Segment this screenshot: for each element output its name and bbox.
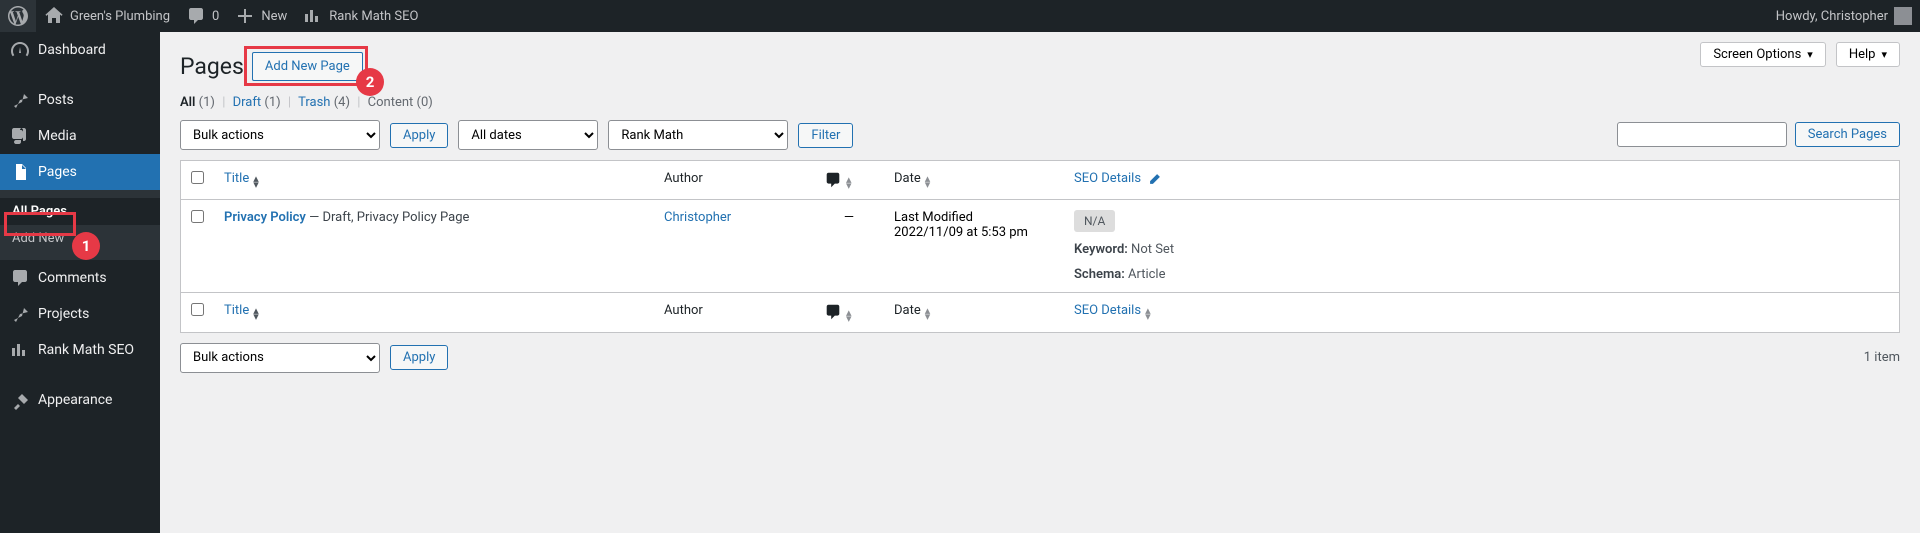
new-link[interactable]: New <box>227 0 295 32</box>
avatar <box>1894 7 1912 25</box>
col-author-footer[interactable]: Author <box>654 293 814 332</box>
page-title: Pages <box>180 53 244 80</box>
projects-icon <box>10 304 30 324</box>
status-filter-links: All (1) | Draft (1) | Trash (4) | Conten… <box>180 95 1900 110</box>
row-checkbox[interactable] <box>191 210 204 223</box>
comment-bubble-icon <box>824 303 842 321</box>
col-date-header[interactable]: Date <box>884 161 1064 200</box>
menu-comments-label: Comments <box>38 270 107 286</box>
menu-media-label: Media <box>38 128 77 144</box>
wordpress-icon <box>8 6 28 26</box>
howdy-text: Howdy, Christopher <box>1776 9 1888 24</box>
chart-icon <box>303 6 323 26</box>
pin-icon <box>10 90 30 110</box>
add-new-page-button[interactable]: Add New Page <box>252 52 363 81</box>
bulk-actions-select-top[interactable]: Bulk actions <box>180 120 380 150</box>
menu-dashboard[interactable]: Dashboard <box>0 32 160 68</box>
site-name: Green's Plumbing <box>70 9 170 24</box>
menu-rankmath-label: Rank Math SEO <box>38 342 134 358</box>
col-date-footer[interactable]: Date <box>884 293 1064 332</box>
select-all-top[interactable] <box>191 171 204 184</box>
col-title-footer[interactable]: Title <box>214 293 654 332</box>
annotation-badge-2: 2 <box>356 68 384 96</box>
new-label: New <box>261 9 287 24</box>
seo-badge: N/A <box>1074 210 1115 232</box>
search-button[interactable]: Search Pages <box>1795 122 1900 147</box>
comment-bubble-icon <box>824 171 842 189</box>
filter-content[interactable]: Content (0) <box>368 95 433 110</box>
wp-logo[interactable] <box>0 0 36 32</box>
apply-button-top[interactable]: Apply <box>390 123 448 148</box>
row-seo: N/A Keyword: Not Set Schema: Article <box>1064 200 1900 293</box>
comments-icon <box>10 268 30 288</box>
comments-count: 0 <box>212 9 219 24</box>
menu-comments[interactable]: Comments <box>0 260 160 296</box>
menu-rankmath[interactable]: Rank Math SEO <box>0 332 160 368</box>
menu-pages[interactable]: Pages <box>0 154 160 190</box>
pages-icon <box>10 162 30 182</box>
row-title-link[interactable]: Privacy Policy <box>224 210 306 225</box>
col-seo-header[interactable]: SEO Details <box>1064 161 1900 200</box>
pencil-icon <box>1148 172 1162 186</box>
row-author-link[interactable]: Christopher <box>664 210 731 225</box>
comments-link[interactable]: 0 <box>178 0 227 32</box>
pages-table: Title Author Date SEO Details Privacy Po… <box>180 160 1900 333</box>
plus-icon <box>235 6 255 26</box>
items-count-bottom: 1 item <box>1864 350 1900 365</box>
menu-posts[interactable]: Posts <box>0 82 160 118</box>
menu-dashboard-label: Dashboard <box>38 42 106 58</box>
col-title-header[interactable]: Title <box>214 161 654 200</box>
dates-select[interactable]: All dates <box>458 120 598 150</box>
bulk-actions-select-bottom[interactable]: Bulk actions <box>180 343 380 373</box>
row-comments: — <box>814 200 884 293</box>
site-name-link[interactable]: Green's Plumbing <box>36 0 178 32</box>
rankmath-link[interactable]: Rank Math SEO <box>295 0 426 32</box>
annotation-badge-1: 1 <box>72 232 100 260</box>
menu-projects-label: Projects <box>38 306 89 322</box>
filter-all[interactable]: All <box>180 95 195 110</box>
main-content: Screen Options Help Pages Add New Page 2… <box>160 32 1920 533</box>
rankmath-select[interactable]: Rank Math <box>608 120 788 150</box>
col-comments-footer[interactable] <box>814 293 884 332</box>
user-account[interactable]: Howdy, Christopher <box>1768 0 1920 32</box>
dashboard-icon <box>10 40 30 60</box>
menu-posts-label: Posts <box>38 92 74 108</box>
home-icon <box>44 6 64 26</box>
menu-projects[interactable]: Projects <box>0 296 160 332</box>
admin-sidebar: Dashboard Posts Media Pages All Pages Ad… <box>0 32 160 533</box>
col-author-header[interactable]: Author <box>654 161 814 200</box>
appearance-icon <box>10 390 30 410</box>
row-date: Last Modified 2022/11/09 at 5:53 pm <box>884 200 1064 293</box>
row-post-state: — Draft, Privacy Policy Page <box>306 210 470 225</box>
search-pages: Search Pages <box>1617 122 1900 147</box>
admin-toolbar: Green's Plumbing 0 New Rank Math SEO How… <box>0 0 1920 32</box>
col-seo-footer[interactable]: SEO Details <box>1064 293 1900 332</box>
filter-draft[interactable]: Draft <box>233 95 262 110</box>
menu-media[interactable]: Media <box>0 118 160 154</box>
col-comments-header[interactable] <box>814 161 884 200</box>
filter-button[interactable]: Filter <box>798 123 853 148</box>
submenu-all-pages[interactable]: All Pages <box>0 198 160 225</box>
search-input[interactable] <box>1617 122 1787 147</box>
rankmath-label: Rank Math SEO <box>329 9 418 24</box>
menu-appearance-label: Appearance <box>38 392 112 408</box>
rankmath-icon <box>10 340 30 360</box>
filter-trash[interactable]: Trash <box>298 95 330 110</box>
apply-button-bottom[interactable]: Apply <box>390 345 448 370</box>
menu-appearance[interactable]: Appearance <box>0 382 160 418</box>
table-row: Privacy Policy — Draft, Privacy Policy P… <box>181 200 1900 293</box>
media-icon <box>10 126 30 146</box>
select-all-bottom[interactable] <box>191 303 204 316</box>
menu-pages-label: Pages <box>38 164 77 180</box>
comment-icon <box>186 6 206 26</box>
